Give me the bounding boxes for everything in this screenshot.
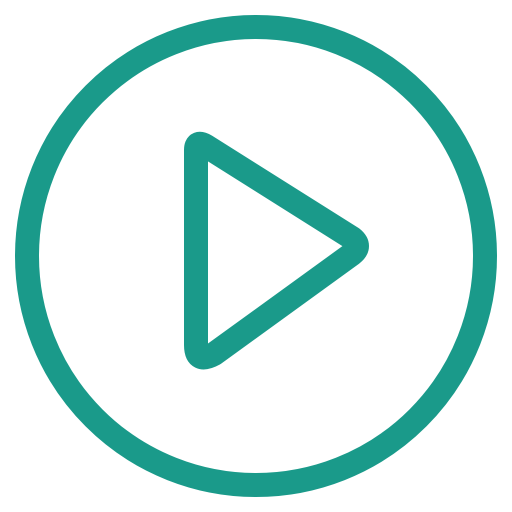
play-circle-icon <box>15 15 497 497</box>
play-button[interactable] <box>0 0 512 512</box>
play-triangle <box>184 131 369 370</box>
play-ring <box>15 15 497 497</box>
